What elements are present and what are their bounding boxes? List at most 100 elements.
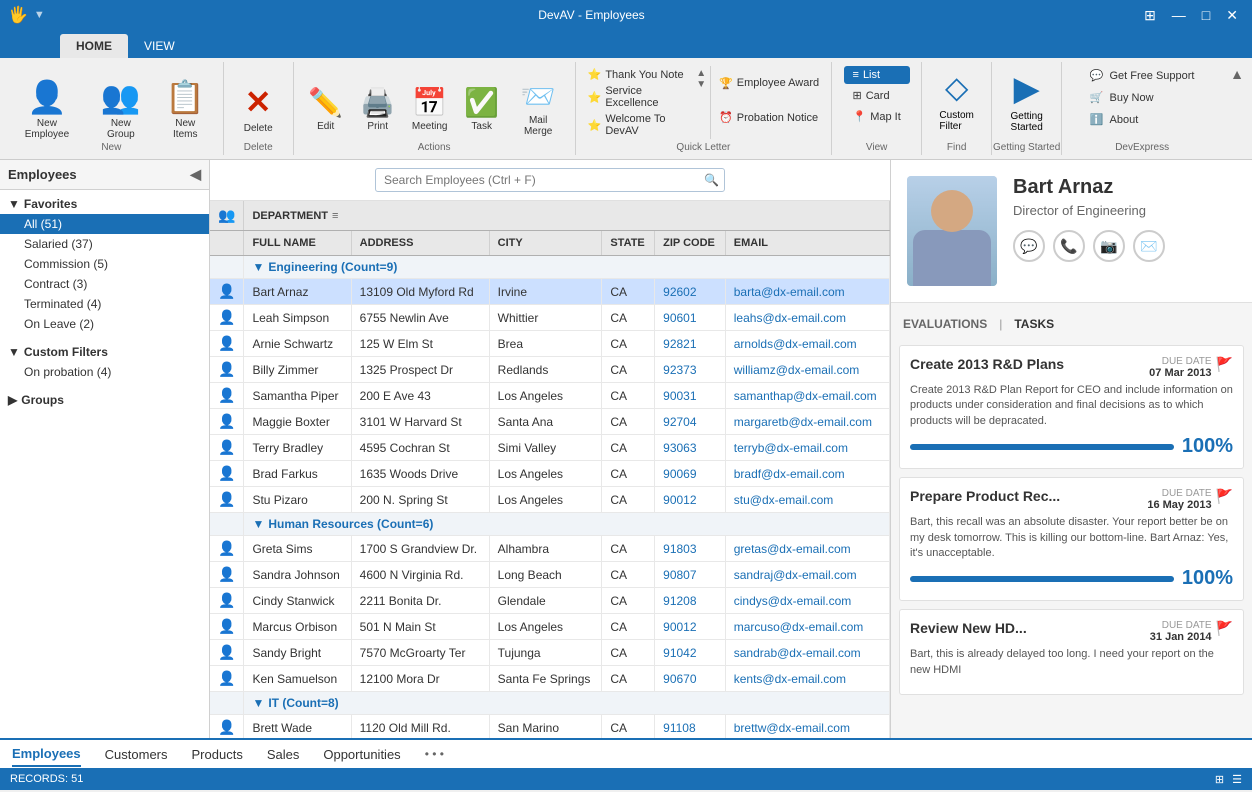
email-action-button[interactable]: ✉️ bbox=[1133, 230, 1165, 262]
table-row[interactable]: 👤 Sandy Bright 7570 McGroarty Ter Tujung… bbox=[210, 640, 890, 666]
print-button[interactable]: 🖨️ Print bbox=[354, 82, 402, 136]
sidebar-collapse-button[interactable]: ◀ bbox=[190, 166, 201, 183]
profile-actions: 💬 📞 📷 ✉️ bbox=[1013, 230, 1236, 262]
table-row[interactable]: 👤 Billy Zimmer 1325 Prospect Dr Redlands… bbox=[210, 357, 890, 383]
list-view-status-icon[interactable]: ☰ bbox=[1232, 773, 1242, 786]
row-email: williamz@dx-email.com bbox=[725, 357, 889, 383]
delete-button[interactable]: ✕ Delete bbox=[234, 79, 282, 138]
help-btn[interactable]: ⊞ bbox=[1138, 5, 1162, 26]
status-bar: RECORDS: 51 ⊞ ☰ bbox=[0, 768, 1252, 790]
employee-award-item[interactable]: 🏆 Employee Award bbox=[715, 75, 823, 92]
records-count: RECORDS: 51 bbox=[10, 773, 83, 785]
chat-action-button[interactable]: 💬 bbox=[1013, 230, 1045, 262]
row-state: CA bbox=[602, 461, 655, 487]
quick-letter-scroll-down[interactable]: ▼ bbox=[696, 79, 706, 90]
sidebar-item-all[interactable]: All (51) bbox=[0, 214, 209, 234]
sidebar-item-on-leave[interactable]: On Leave (2) bbox=[0, 314, 209, 334]
table-row[interactable]: 👤 Sandra Johnson 4600 N Virginia Rd. Lon… bbox=[210, 562, 890, 588]
welcome-item[interactable]: ⭐ Welcome To DevAV bbox=[584, 111, 697, 139]
table-row[interactable]: 👤 Bart Arnaz 13109 Old Myford Rd Irvine … bbox=[210, 279, 890, 305]
phone-action-button[interactable]: 📞 bbox=[1053, 230, 1085, 262]
tab-view[interactable]: VIEW bbox=[128, 34, 191, 58]
row-state: CA bbox=[602, 357, 655, 383]
row-icon-cell: 👤 bbox=[210, 409, 244, 435]
sidebar-item-commission[interactable]: Commission (5) bbox=[0, 254, 209, 274]
group-chevron-icon[interactable]: ▼ bbox=[252, 517, 264, 531]
table-row[interactable]: 👤 Marcus Orbison 501 N Main St Los Angel… bbox=[210, 614, 890, 640]
map-it-button[interactable]: 📍 Map It bbox=[844, 107, 910, 126]
person-icon: 👤 bbox=[218, 413, 235, 429]
get-free-support-button[interactable]: 💬 Get Free Support bbox=[1083, 66, 1202, 85]
row-zip: 92602 bbox=[655, 279, 726, 305]
table-row[interactable]: 👤 Terry Bradley 4595 Cochran St Simi Val… bbox=[210, 435, 890, 461]
table-row[interactable]: 👤 Greta Sims 1700 S Grandview Dr. Alhamb… bbox=[210, 536, 890, 562]
task-button[interactable]: ✅ Task bbox=[458, 82, 506, 136]
tab-evaluations[interactable]: EVALUATIONS bbox=[899, 315, 991, 333]
sidebar-item-salaried[interactable]: Salaried (37) bbox=[0, 234, 209, 254]
person-icon: 👤 bbox=[218, 592, 235, 608]
more-tabs-button[interactable]: • • • bbox=[425, 747, 444, 761]
funnel-icon[interactable]: ⬦ bbox=[945, 69, 969, 108]
search-input[interactable] bbox=[375, 168, 725, 192]
group-chevron-icon[interactable]: ▼ bbox=[252, 260, 264, 274]
table-row[interactable]: 👤 Ken Samuelson 12100 Mora Dr Santa Fe S… bbox=[210, 666, 890, 692]
row-address: 125 W Elm St bbox=[351, 331, 489, 357]
buy-now-button[interactable]: 🛒 Buy Now bbox=[1083, 88, 1202, 107]
table-row[interactable]: 👤 Leah Simpson 6755 Newlin Ave Whittier … bbox=[210, 305, 890, 331]
row-name: Greta Sims bbox=[244, 536, 351, 562]
tab-opportunities[interactable]: Opportunities bbox=[323, 743, 400, 766]
tab-customers[interactable]: Customers bbox=[105, 743, 168, 766]
profile-title: Director of Engineering bbox=[1013, 203, 1236, 218]
table-row[interactable]: 👤 Samantha Piper 200 E Ave 43 Los Angele… bbox=[210, 383, 890, 409]
video-action-button[interactable]: 📷 bbox=[1093, 230, 1125, 262]
dept-filter-icon[interactable]: ≡ bbox=[332, 210, 338, 222]
row-address: 1325 Prospect Dr bbox=[351, 357, 489, 383]
new-employee-button[interactable]: 👤 New Employee bbox=[8, 74, 86, 144]
getting-started-icon[interactable]: ▶ bbox=[1014, 69, 1040, 109]
favorites-group[interactable]: ▼ Favorites bbox=[0, 194, 209, 214]
row-name: Arnie Schwartz bbox=[244, 331, 351, 357]
ribbon-collapse-button[interactable]: ▲ bbox=[1230, 66, 1244, 82]
probation-notice-item[interactable]: ⏰ Probation Notice bbox=[715, 109, 823, 126]
custom-filters-group[interactable]: ▼ Custom Filters bbox=[0, 342, 209, 362]
minimize-btn[interactable]: — bbox=[1166, 5, 1192, 26]
row-state: CA bbox=[602, 588, 655, 614]
table-row[interactable]: 👤 Brett Wade 1120 Old Mill Rd. San Marin… bbox=[210, 715, 890, 739]
grid-view-status-icon[interactable]: ⊞ bbox=[1215, 773, 1224, 786]
edit-button[interactable]: ✏️ Edit bbox=[302, 82, 350, 136]
sidebar-item-contract[interactable]: Contract (3) bbox=[0, 274, 209, 294]
table-row[interactable]: 👤 Stu Pizaro 200 N. Spring St Los Angele… bbox=[210, 487, 890, 513]
maximize-btn[interactable]: □ bbox=[1196, 5, 1216, 26]
table-row[interactable]: 👤 Brad Farkus 1635 Woods Drive Los Angel… bbox=[210, 461, 890, 487]
profile-info: Bart Arnaz Director of Engineering 💬 📞 📷… bbox=[1013, 176, 1236, 262]
table-row[interactable]: 👤 Arnie Schwartz 125 W Elm St Brea CA 92… bbox=[210, 331, 890, 357]
person-icon: 👤 bbox=[218, 361, 235, 377]
tab-products[interactable]: Products bbox=[192, 743, 243, 766]
meeting-button[interactable]: 📅 Meeting bbox=[406, 82, 454, 136]
tab-sales[interactable]: Sales bbox=[267, 743, 300, 766]
close-btn[interactable]: ✕ bbox=[1220, 5, 1244, 26]
card-view-button[interactable]: ⊞ Card bbox=[844, 86, 910, 105]
row-email: cindys@dx-email.com bbox=[725, 588, 889, 614]
new-items-button[interactable]: 📋 New Items bbox=[156, 74, 215, 144]
tab-home[interactable]: HOME bbox=[60, 34, 128, 58]
new-group-button[interactable]: 👥 New Group bbox=[90, 74, 152, 144]
groups-group[interactable]: ▶ Groups bbox=[0, 390, 209, 410]
table-row[interactable]: 👤 Maggie Boxter 3101 W Harvard St Santa … bbox=[210, 409, 890, 435]
sidebar-item-terminated[interactable]: Terminated (4) bbox=[0, 294, 209, 314]
thank-you-note-item[interactable]: ⭐ Thank You Note bbox=[584, 66, 697, 83]
list-view-button[interactable]: ≡ List bbox=[844, 66, 910, 84]
tab-employees[interactable]: Employees bbox=[12, 742, 81, 767]
tab-tasks[interactable]: TASKS bbox=[1010, 315, 1058, 333]
service-excellence-item[interactable]: ⭐ Service Excellence bbox=[584, 83, 697, 111]
row-icon-cell: 👤 bbox=[210, 614, 244, 640]
map-icon: 📍 bbox=[853, 110, 867, 123]
sidebar-item-on-probation[interactable]: On probation (4) bbox=[0, 362, 209, 382]
row-city: Los Angeles bbox=[489, 487, 602, 513]
mail-merge-button[interactable]: 📨 Mail Merge bbox=[510, 76, 567, 141]
about-button[interactable]: ℹ️ About bbox=[1083, 110, 1202, 129]
quick-letter-scroll-up[interactable]: ▲ bbox=[696, 68, 706, 79]
table-row[interactable]: 👤 Cindy Stanwick 2211 Bonita Dr. Glendal… bbox=[210, 588, 890, 614]
group-chevron-icon[interactable]: ▼ bbox=[252, 696, 264, 710]
favorites-chevron-icon: ▼ bbox=[8, 197, 20, 211]
